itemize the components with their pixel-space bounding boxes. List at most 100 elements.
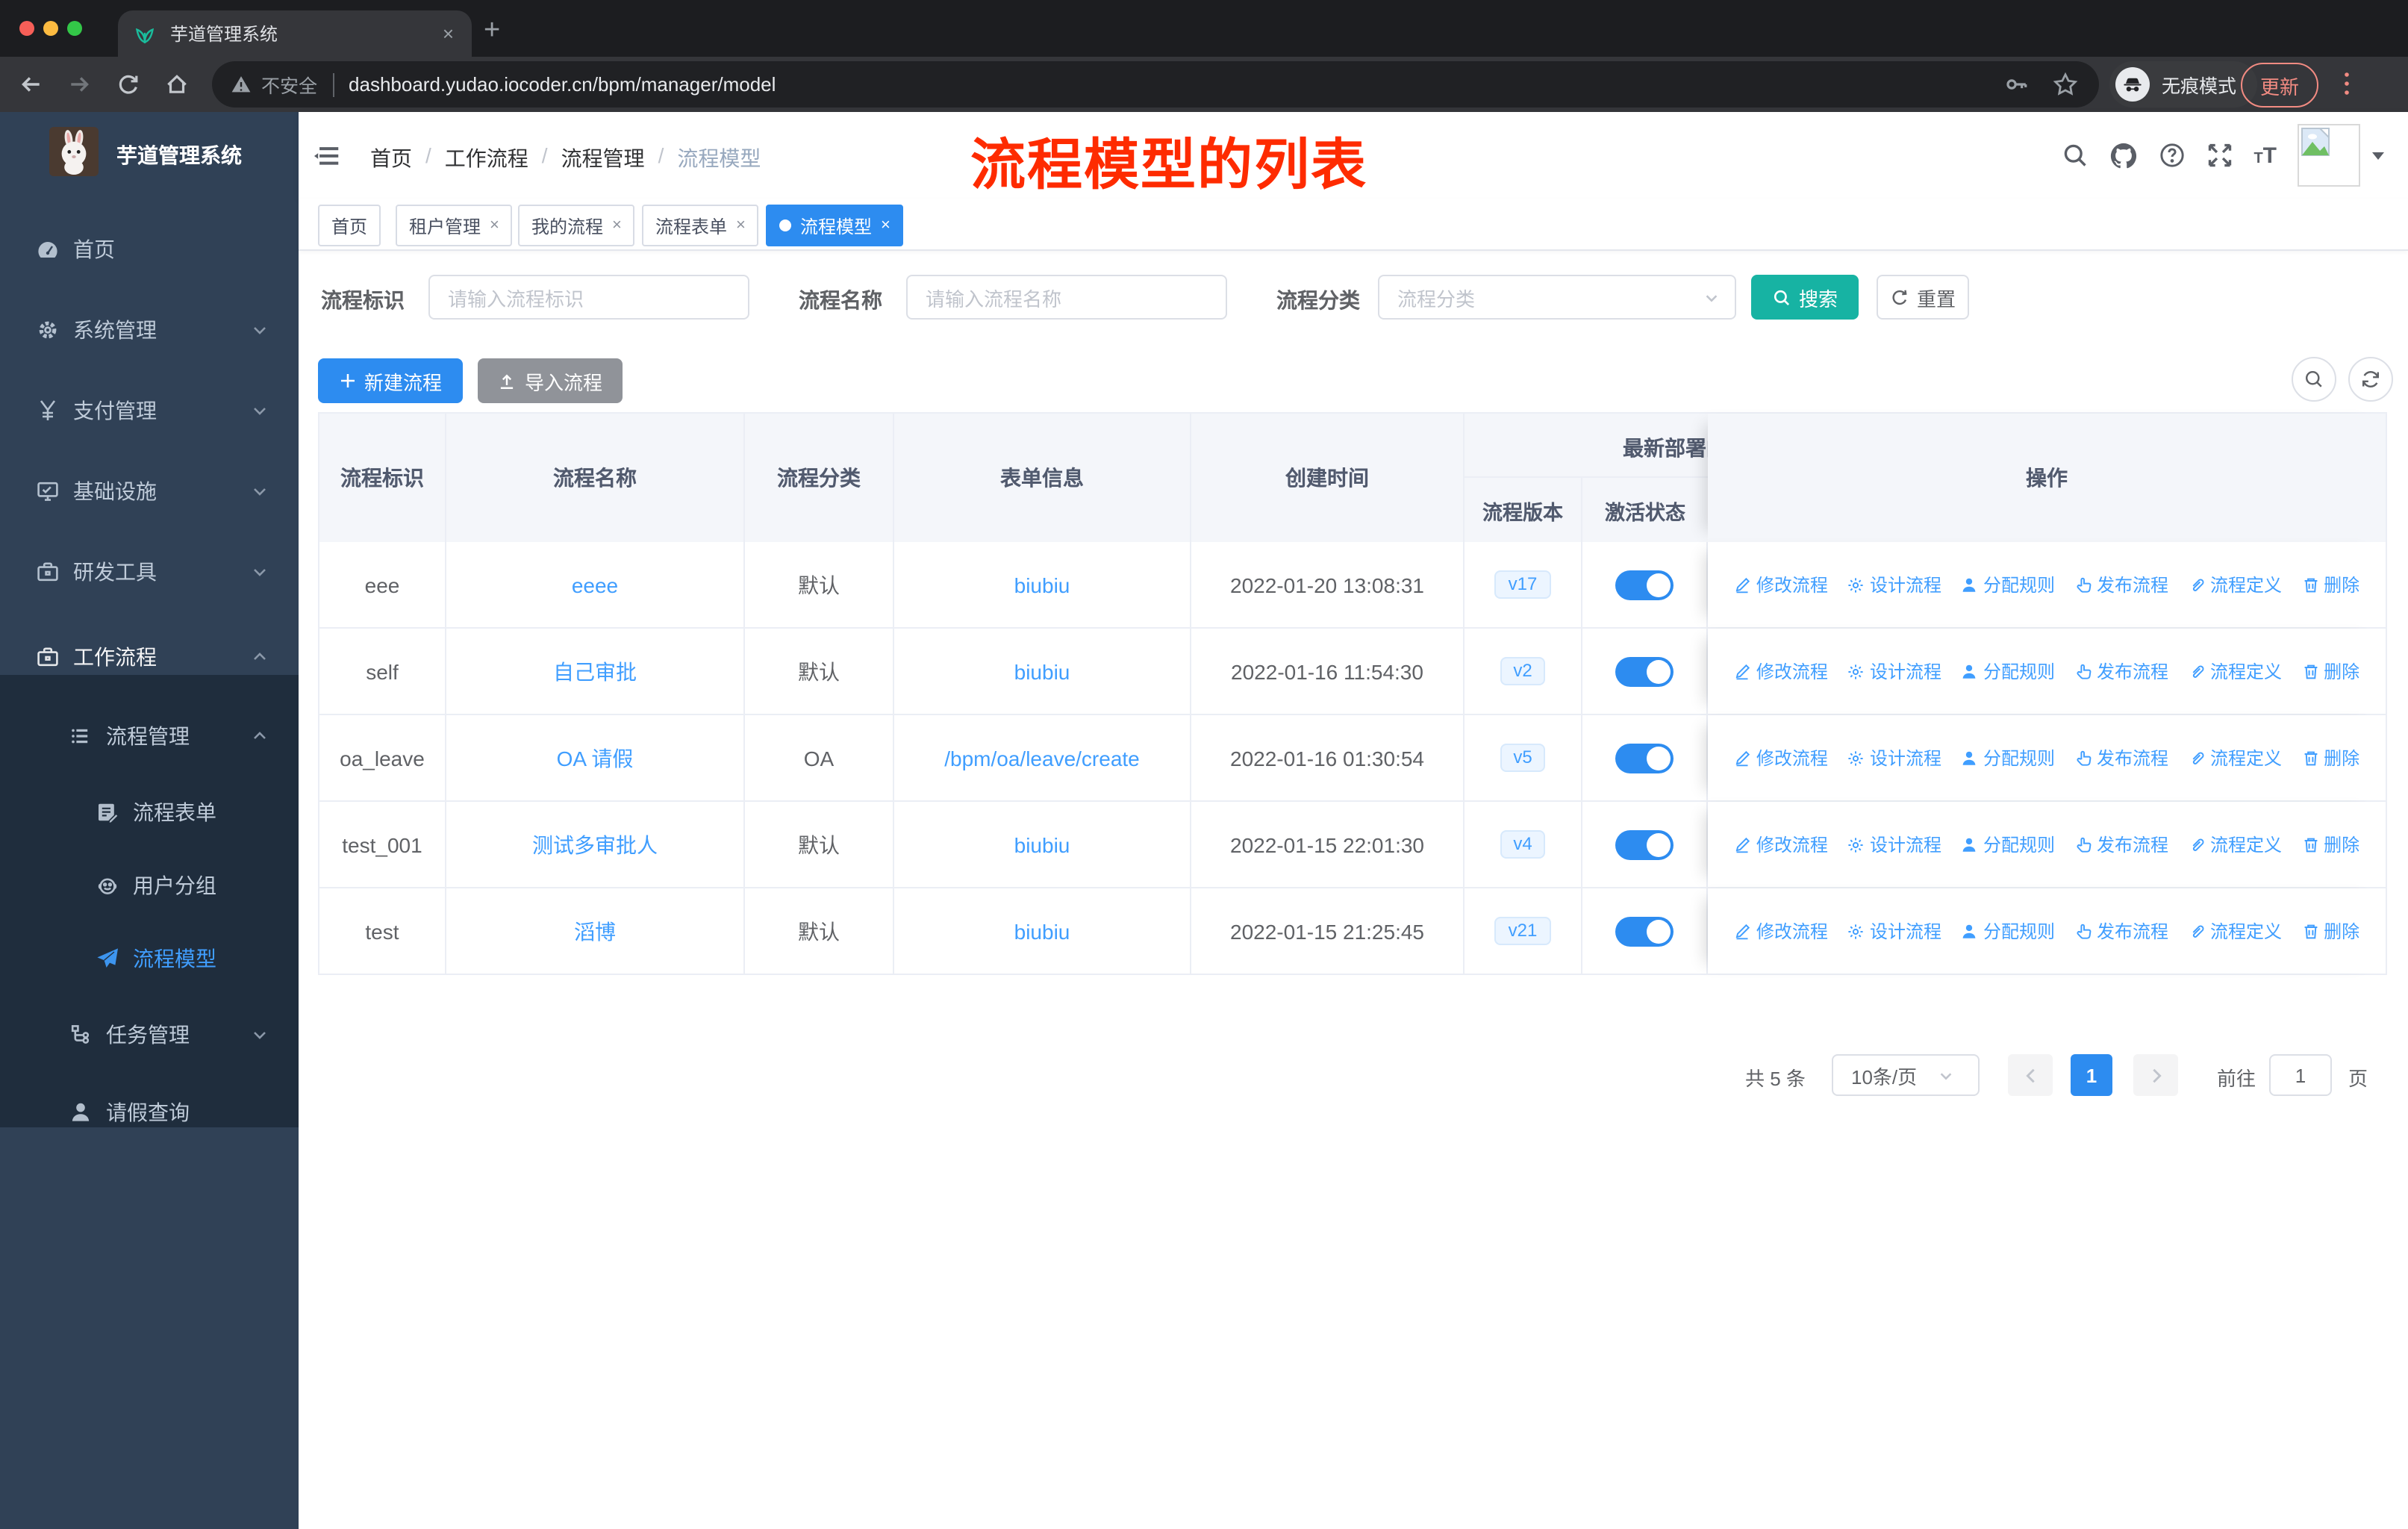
refresh-table-button[interactable] (2348, 357, 2393, 402)
url-text[interactable]: dashboard.yudao.iocoder.cn/bpm/manager/m… (349, 73, 776, 96)
cell-form-link[interactable]: biubiu (1014, 832, 1070, 856)
action-assign-user[interactable]: 分配规则 (1961, 572, 2055, 597)
tag-active-4[interactable]: 流程模型 × (766, 205, 904, 246)
browser-tab[interactable]: 芋道管理系统 × (118, 10, 472, 57)
tag-close-icon[interactable]: × (612, 217, 622, 234)
action-publish-hand[interactable]: 发布流程 (2074, 745, 2168, 770)
active-toggle[interactable] (1615, 916, 1674, 946)
filter-name-input[interactable]: 请输入流程名称 (906, 275, 1227, 320)
cell-name-link[interactable]: 自己审批 (553, 656, 637, 686)
sidebar-item-robot[interactable]: 用户分组 (0, 863, 299, 908)
action-publish-hand[interactable]: 发布流程 (2074, 832, 2168, 857)
action-trash[interactable]: 删除 (2301, 572, 2359, 597)
traffic-light-minimize[interactable] (43, 21, 58, 36)
active-toggle[interactable] (1615, 570, 1674, 600)
tag-1[interactable]: 租户管理 × (396, 205, 513, 246)
action-trash[interactable]: 删除 (2301, 832, 2359, 857)
action-assign-user[interactable]: 分配规则 (1961, 918, 2055, 944)
next-page-button[interactable] (2133, 1054, 2178, 1096)
breadcrumb-item[interactable]: 首页 (370, 143, 412, 173)
action-edit[interactable]: 修改流程 (1734, 572, 1828, 597)
home-icon[interactable] (164, 72, 190, 97)
url-bar[interactable]: 不安全 dashboard.yudao.iocoder.cn/bpm/manag… (212, 61, 2099, 108)
avatar[interactable] (2298, 124, 2360, 187)
sidebar-item-gear[interactable]: 系统管理 (0, 308, 299, 352)
toggle-search-button[interactable] (2292, 357, 2336, 402)
sidebar-item-dashboard[interactable]: 首页 (0, 227, 299, 272)
cell-form-link[interactable]: /bpm/oa/leave/create (944, 746, 1140, 770)
action-definition-clip[interactable]: 流程定义 (2188, 918, 2282, 944)
tab-close-icon[interactable]: × (443, 22, 454, 45)
cell-form-link[interactable]: biubiu (1014, 919, 1070, 943)
goto-page-input[interactable]: 1 (2269, 1054, 2332, 1096)
fullscreen-icon[interactable] (2206, 142, 2233, 169)
cell-name-link[interactable]: 测试多审批人 (532, 829, 658, 859)
action-edit[interactable]: 修改流程 (1734, 745, 1828, 770)
caret-down-icon[interactable] (2369, 146, 2387, 164)
cell-name-link[interactable]: 滔博 (574, 916, 616, 946)
tag-0[interactable]: 首页 (318, 205, 381, 246)
search-icon[interactable] (2061, 142, 2088, 169)
app-logo[interactable] (49, 127, 99, 176)
traffic-light-close[interactable] (19, 21, 34, 36)
sidebar-item-briefcase[interactable]: 工作流程 (0, 635, 299, 679)
github-icon[interactable] (2109, 141, 2137, 169)
tag-3[interactable]: 流程表单 × (642, 205, 759, 246)
page-size-select[interactable]: 10条/页 (1832, 1054, 1980, 1096)
sidebar-item-list[interactable]: 流程管理 (0, 714, 299, 759)
prev-page-button[interactable] (2008, 1054, 2053, 1096)
action-edit[interactable]: 修改流程 (1734, 832, 1828, 857)
action-design-gear[interactable]: 设计流程 (1847, 832, 1941, 857)
action-edit[interactable]: 修改流程 (1734, 658, 1828, 684)
bookmark-star-icon[interactable] (2053, 72, 2078, 97)
update-button[interactable]: 更新 (2241, 63, 2318, 108)
sidebar-item-tree[interactable]: 任务管理 (0, 1012, 299, 1057)
new-tab-button[interactable]: + (484, 15, 500, 48)
cell-form-link[interactable]: biubiu (1014, 659, 1070, 683)
cell-name-link[interactable]: eeee (572, 573, 618, 597)
sidebar-item-user[interactable]: 请假查询 (0, 1090, 299, 1135)
filter-category-select[interactable]: 流程分类 (1378, 275, 1736, 320)
action-trash[interactable]: 删除 (2301, 918, 2359, 944)
back-icon[interactable] (18, 72, 43, 97)
action-definition-clip[interactable]: 流程定义 (2188, 572, 2282, 597)
action-trash[interactable]: 删除 (2301, 658, 2359, 684)
active-toggle[interactable] (1615, 829, 1674, 859)
font-size-icon[interactable]: TT (2253, 143, 2277, 168)
reload-icon[interactable] (116, 72, 140, 96)
sidebar-item-form[interactable]: 流程表单 (0, 790, 299, 835)
sidebar-item-monitor[interactable]: 基础设施 (0, 469, 299, 514)
action-definition-clip[interactable]: 流程定义 (2188, 832, 2282, 857)
browser-menu-icon[interactable] (2335, 69, 2359, 99)
reset-button[interactable]: 重置 (1877, 275, 1969, 320)
action-assign-user[interactable]: 分配规则 (1961, 745, 2055, 770)
action-design-gear[interactable]: 设计流程 (1847, 918, 1941, 944)
action-publish-hand[interactable]: 发布流程 (2074, 572, 2168, 597)
action-design-gear[interactable]: 设计流程 (1847, 745, 1941, 770)
action-edit[interactable]: 修改流程 (1734, 918, 1828, 944)
tag-close-icon[interactable]: × (490, 217, 499, 234)
action-design-gear[interactable]: 设计流程 (1847, 658, 1941, 684)
help-icon[interactable] (2158, 142, 2185, 169)
tag-2[interactable]: 我的流程 × (518, 205, 635, 246)
action-definition-clip[interactable]: 流程定义 (2188, 658, 2282, 684)
search-button[interactable]: 搜索 (1751, 275, 1859, 320)
action-trash[interactable]: 删除 (2301, 745, 2359, 770)
action-assign-user[interactable]: 分配规则 (1961, 832, 2055, 857)
collapse-sidebar-icon[interactable] (314, 142, 342, 170)
sidebar-item-toolbox[interactable]: 研发工具 (0, 549, 299, 594)
action-definition-clip[interactable]: 流程定义 (2188, 745, 2282, 770)
security-label[interactable]: 不安全 (261, 70, 317, 99)
breadcrumb-item[interactable]: 工作流程 (445, 143, 528, 173)
create-process-button[interactable]: 新建流程 (318, 358, 463, 403)
cell-form-link[interactable]: biubiu (1014, 573, 1070, 597)
key-icon[interactable] (2003, 72, 2029, 97)
tag-close-icon[interactable]: × (881, 217, 890, 234)
filter-id-input[interactable]: 请输入流程标识 (428, 275, 749, 320)
breadcrumb-item[interactable]: 流程管理 (561, 143, 645, 173)
action-publish-hand[interactable]: 发布流程 (2074, 658, 2168, 684)
import-process-button[interactable]: 导入流程 (478, 358, 623, 403)
traffic-light-zoom[interactable] (67, 21, 82, 36)
tag-close-icon[interactable]: × (736, 217, 746, 234)
sidebar-item-yen[interactable]: 支付管理 (0, 388, 299, 433)
